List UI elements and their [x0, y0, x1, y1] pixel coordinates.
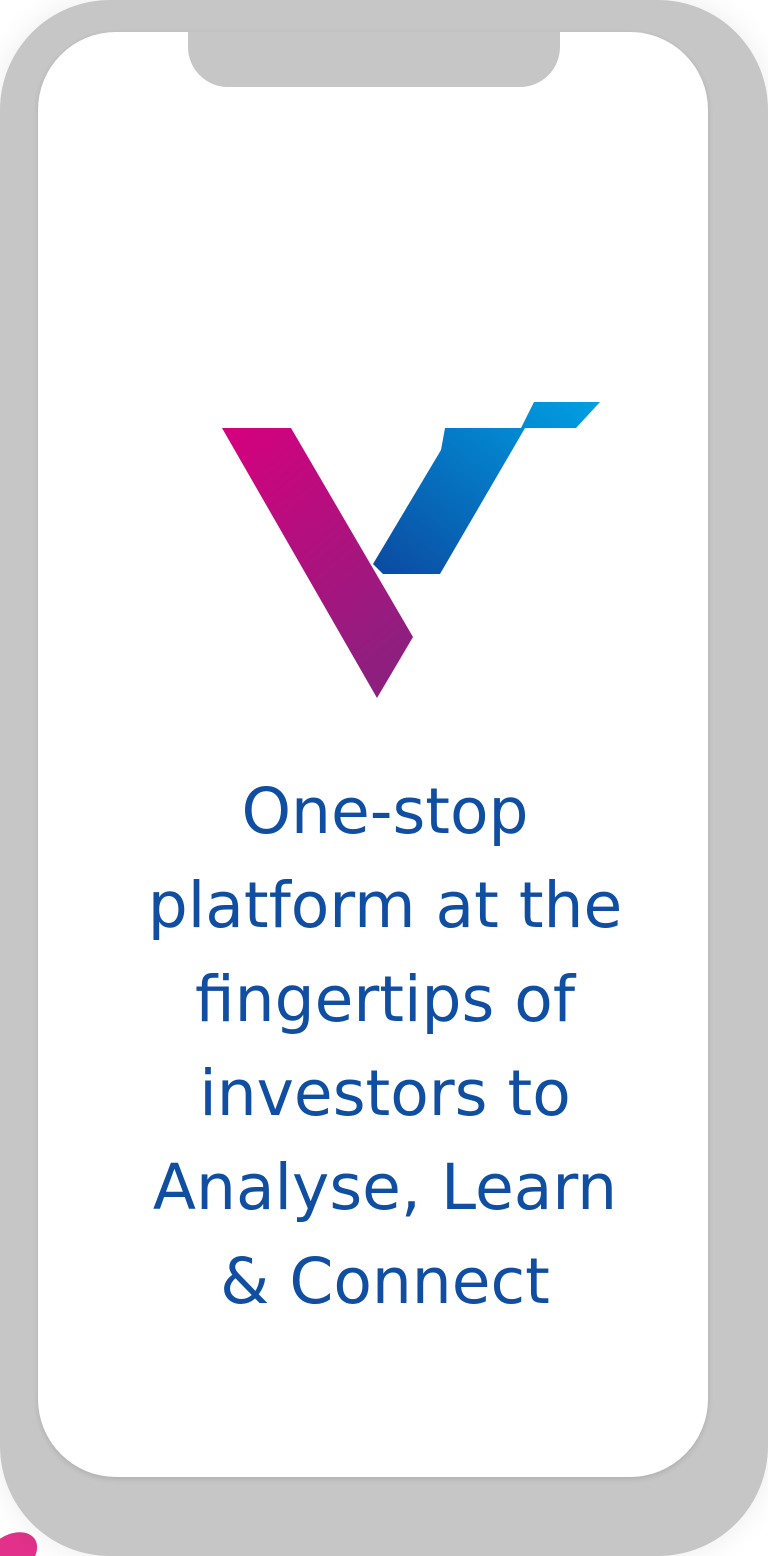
tagline-line-1: One-stop: [241, 775, 529, 848]
splash-screen: One-stop platform at the fingertips of i…: [0, 0, 768, 1556]
phone-notch: [188, 32, 560, 87]
logo-svg: [222, 402, 600, 698]
splash-tagline: One-stop platform at the fingertips of i…: [100, 765, 670, 1329]
tagline-line-6: & Connect: [220, 1245, 550, 1318]
tagline-line-5: Analyse, Learn: [152, 1151, 618, 1224]
tagline-line-4: investors to: [199, 1057, 571, 1130]
tagline-line-3: fingertips of: [194, 963, 576, 1036]
tagline-line-2: platform at the: [147, 869, 623, 942]
logo-blue-stroke: [373, 402, 600, 574]
v-brand-logo-icon: [218, 380, 604, 700]
